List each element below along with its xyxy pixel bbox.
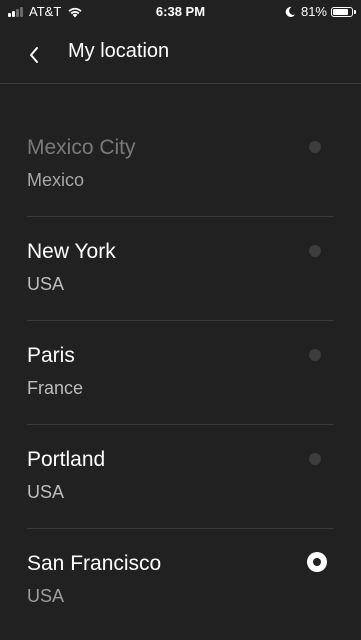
location-list: Mexico City Mexico New York USA Paris Fr… [0, 113, 361, 632]
battery-percent: 81% [300, 4, 327, 19]
radio-button[interactable] [309, 245, 321, 257]
page-title: My location [68, 40, 170, 62]
location-city: Paris [27, 344, 75, 367]
status-right: 81% [284, 4, 356, 19]
back-button[interactable] [20, 41, 48, 69]
location-item-mexico-city[interactable]: Mexico City Mexico [27, 113, 334, 217]
location-item-portland[interactable]: Portland USA [27, 425, 334, 529]
location-country: USA [27, 274, 65, 294]
nav-header: My location [0, 24, 361, 84]
location-city: Portland [27, 448, 106, 471]
do-not-disturb-moon-icon [285, 6, 295, 17]
location-item-san-francisco[interactable]: San Francisco USA [27, 529, 334, 632]
location-country: USA [27, 482, 65, 502]
battery-icon [331, 6, 356, 17]
location-country: USA [27, 586, 65, 606]
location-city: San Francisco [27, 552, 162, 575]
radio-button[interactable] [309, 453, 321, 465]
location-country: France [27, 378, 84, 398]
chevron-left-icon [30, 47, 38, 63]
radio-button-selected[interactable] [307, 552, 327, 572]
radio-button[interactable] [309, 349, 321, 361]
location-city: New York [27, 240, 116, 263]
status-bar: AT&T 6:38 PM 81% [0, 0, 361, 24]
location-country: Mexico [27, 170, 85, 190]
location-item-new-york[interactable]: New York USA [27, 217, 334, 321]
location-city: Mexico City [27, 136, 136, 159]
radio-button[interactable] [309, 141, 321, 153]
location-item-paris[interactable]: Paris France [27, 321, 334, 425]
